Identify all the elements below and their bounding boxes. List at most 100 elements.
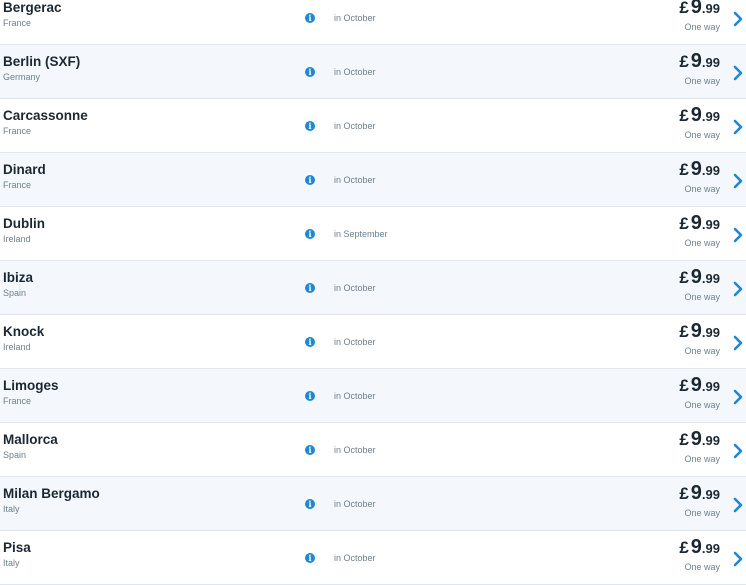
info-icon[interactable]: i xyxy=(305,499,315,509)
info-icon[interactable]: i xyxy=(305,67,315,77)
price-integer: 9 xyxy=(690,50,702,72)
price-amount: £9.99 xyxy=(679,265,720,291)
fare-price: £9.99 One way xyxy=(679,265,720,303)
chevron-right-icon[interactable] xyxy=(732,551,744,567)
fare-row[interactable]: Knock Ireland i in October £9.99 One way xyxy=(0,315,746,369)
trip-type-label: One way xyxy=(684,184,720,194)
destination-country: Spain xyxy=(3,450,27,460)
fare-row[interactable]: Bergerac France i in October £9.99 One w… xyxy=(0,0,746,45)
fare-price: £9.99 One way xyxy=(679,103,720,141)
destination-city: Berlin (SXF) xyxy=(3,54,81,69)
destination-city: Milan Bergamo xyxy=(3,486,100,501)
fare-row[interactable]: Dinard France i in October £9.99 One way xyxy=(0,153,746,207)
price-decimal: .99 xyxy=(701,433,720,448)
info-icon[interactable]: i xyxy=(305,13,315,23)
price-currency: £ xyxy=(679,376,689,395)
fare-row[interactable]: Milan Bergamo Italy i in October £9.99 O… xyxy=(0,477,746,531)
info-icon[interactable]: i xyxy=(305,445,315,455)
price-decimal: .99 xyxy=(701,163,720,178)
trip-type-label: One way xyxy=(684,508,720,518)
travel-month: in October xyxy=(334,553,376,563)
info-icon[interactable]: i xyxy=(305,121,315,131)
info-icon[interactable]: i xyxy=(305,229,315,239)
chevron-right-icon[interactable] xyxy=(732,281,744,297)
trip-type-label: One way xyxy=(684,22,720,32)
info-icon[interactable]: i xyxy=(305,337,315,347)
chevron-right-icon[interactable] xyxy=(732,389,744,405)
destination: Berlin (SXF) Germany xyxy=(3,53,80,83)
price-amount: £9.99 xyxy=(679,49,720,75)
price-decimal: .99 xyxy=(701,55,720,70)
destination: Dublin Ireland xyxy=(3,215,45,245)
fare-row[interactable]: Mallorca Spain i in October £9.99 One wa… xyxy=(0,423,746,477)
price-currency: £ xyxy=(679,538,689,557)
fare-price: £9.99 One way xyxy=(679,373,720,411)
destination: Bergerac France xyxy=(3,0,62,29)
fare-row[interactable]: Pisa Italy i in October £9.99 One way xyxy=(0,531,746,585)
chevron-right-icon[interactable] xyxy=(732,65,744,81)
price-integer: 9 xyxy=(690,104,702,126)
destination-city: Knock xyxy=(3,324,45,339)
info-icon[interactable]: i xyxy=(305,553,315,563)
fare-row[interactable]: Dublin Ireland i in September £9.99 One … xyxy=(0,207,746,261)
fare-row[interactable]: Ibiza Spain i in October £9.99 One way xyxy=(0,261,746,315)
price-integer: 9 xyxy=(690,428,702,450)
chevron-right-icon[interactable] xyxy=(732,11,744,27)
destination: Dinard France xyxy=(3,161,46,191)
chevron-right-icon[interactable] xyxy=(732,497,744,513)
travel-month: in October xyxy=(334,499,376,509)
destination-country: France xyxy=(3,396,32,406)
destination-city: Ibiza xyxy=(3,270,34,285)
destination-city: Bergerac xyxy=(3,0,62,15)
destination: Knock Ireland xyxy=(3,323,44,353)
destination-country: Germany xyxy=(3,72,41,82)
price-decimal: .99 xyxy=(701,379,720,394)
chevron-right-icon[interactable] xyxy=(732,173,744,189)
fare-price: £9.99 One way xyxy=(679,0,720,33)
travel-month: in October xyxy=(334,337,376,347)
price-amount: £9.99 xyxy=(679,319,720,345)
price-decimal: .99 xyxy=(701,1,720,16)
travel-month: in October xyxy=(334,445,376,455)
price-decimal: .99 xyxy=(701,271,720,286)
trip-type-label: One way xyxy=(684,76,720,86)
travel-month: in September xyxy=(334,229,388,239)
trip-type-label: One way xyxy=(684,238,720,248)
destination-city: Pisa xyxy=(3,540,31,555)
chevron-right-icon[interactable] xyxy=(732,227,744,243)
destination-country: Ireland xyxy=(3,234,31,244)
fare-price: £9.99 One way xyxy=(679,535,720,573)
chevron-right-icon[interactable] xyxy=(732,335,744,351)
price-currency: £ xyxy=(679,322,689,341)
fare-row[interactable]: Berlin (SXF) Germany i in October £9.99 … xyxy=(0,45,746,99)
travel-month: in October xyxy=(334,391,376,401)
price-integer: 9 xyxy=(690,0,702,18)
price-decimal: .99 xyxy=(701,541,720,556)
fare-row[interactable]: Carcassonne France i in October £9.99 On… xyxy=(0,99,746,153)
price-integer: 9 xyxy=(690,266,702,288)
info-icon[interactable]: i xyxy=(305,391,315,401)
price-currency: £ xyxy=(679,214,689,233)
destination: Milan Bergamo Italy xyxy=(3,485,100,515)
chevron-right-icon[interactable] xyxy=(732,443,744,459)
destination-city: Carcassonne xyxy=(3,108,88,123)
info-icon[interactable]: i xyxy=(305,283,315,293)
price-decimal: .99 xyxy=(701,217,720,232)
price-integer: 9 xyxy=(690,212,702,234)
destination: Limoges France xyxy=(3,377,59,407)
destination-country: Italy xyxy=(3,558,20,568)
travel-month: in October xyxy=(334,121,376,131)
price-amount: £9.99 xyxy=(679,157,720,183)
fare-row[interactable]: Limoges France i in October £9.99 One wa… xyxy=(0,369,746,423)
travel-month: in October xyxy=(334,13,376,23)
price-integer: 9 xyxy=(690,374,702,396)
info-icon[interactable]: i xyxy=(305,175,315,185)
fare-list: Bergerac France i in October £9.99 One w… xyxy=(0,0,746,585)
destination-country: France xyxy=(3,180,32,190)
price-integer: 9 xyxy=(690,536,702,558)
travel-month: in October xyxy=(334,283,376,293)
fare-price: £9.99 One way xyxy=(679,481,720,519)
chevron-right-icon[interactable] xyxy=(732,119,744,135)
price-amount: £9.99 xyxy=(679,103,720,129)
price-integer: 9 xyxy=(690,482,702,504)
